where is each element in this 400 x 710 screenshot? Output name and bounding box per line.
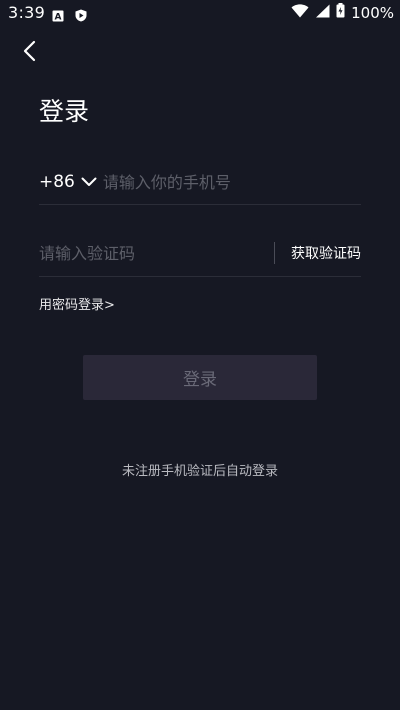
- verification-code-input[interactable]: [39, 243, 274, 263]
- battery-percentage: 100%: [351, 3, 394, 22]
- chevron-down-icon: [81, 172, 97, 192]
- a-box-icon: A: [52, 7, 64, 23]
- signal-icon: [315, 3, 330, 22]
- wifi-icon: [291, 3, 309, 22]
- chevron-left-icon: [22, 40, 36, 66]
- svg-text:A: A: [55, 13, 62, 23]
- page-title: 登录: [39, 97, 90, 126]
- status-time: 3:39: [8, 3, 46, 22]
- login-button[interactable]: 登录: [83, 355, 317, 400]
- phone-input[interactable]: [102, 172, 361, 192]
- phone-row: +86: [39, 160, 361, 205]
- status-right-group: 100%: [291, 3, 394, 22]
- get-code-button[interactable]: 获取验证码: [291, 243, 361, 263]
- back-button[interactable]: [14, 38, 44, 68]
- auto-register-hint: 未注册手机验证后自动登录: [121, 464, 278, 479]
- code-divider: [274, 242, 275, 264]
- country-code-selector[interactable]: +86: [39, 172, 103, 192]
- password-login-link[interactable]: 用密码登录>: [39, 294, 115, 313]
- status-bar: 3:39 A 100%: [0, 0, 400, 28]
- country-code-label: +86: [39, 172, 75, 192]
- code-row: 获取验证码: [39, 230, 361, 277]
- battery-charging-icon: [336, 3, 345, 22]
- shield-play-icon: [75, 7, 87, 22]
